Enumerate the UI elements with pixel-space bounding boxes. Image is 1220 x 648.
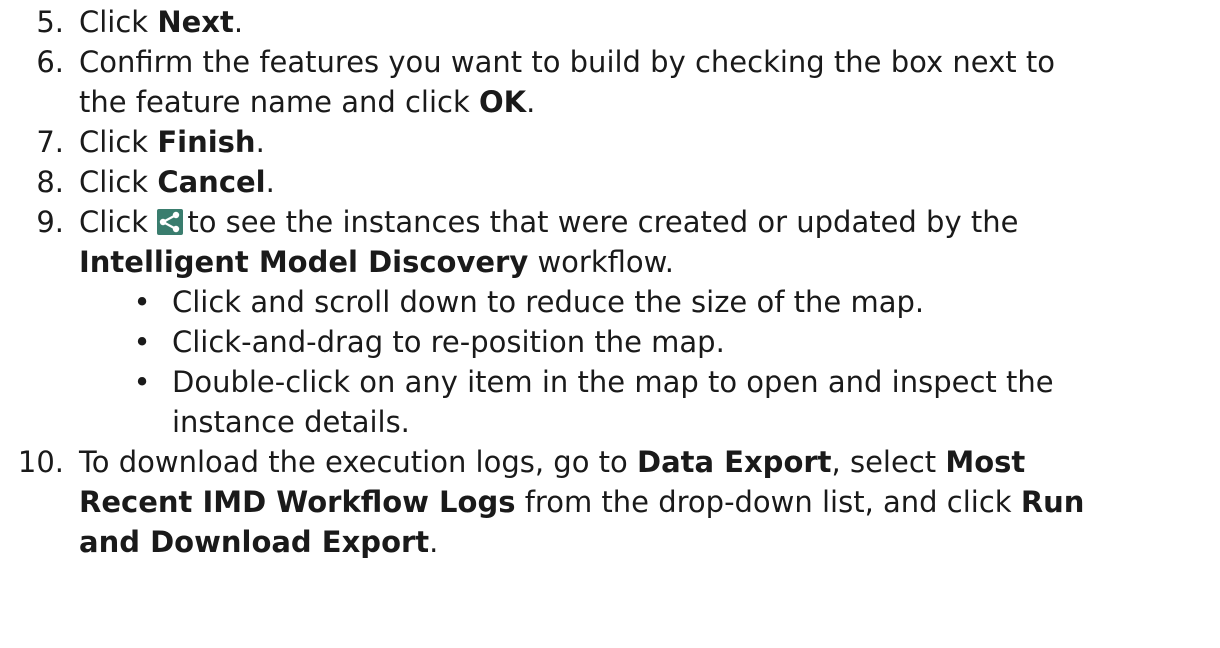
- bullet-text: Click-and-drag to re-position the map.: [172, 325, 725, 359]
- text-run: .: [526, 85, 536, 119]
- text-run: Click: [79, 5, 158, 39]
- step-text: Intelligent Model Discovery workflow.: [79, 244, 674, 280]
- step-text: Click to see the instances that were cre…: [79, 204, 1018, 240]
- ui-term-recent-imd-logs: Recent IMD Workflow Logs: [79, 485, 516, 519]
- bullet-dot: •: [133, 365, 151, 399]
- step-number: 5.: [36, 5, 64, 39]
- step-number: 7.: [36, 125, 64, 159]
- step-number: 8.: [36, 165, 64, 199]
- ui-term-cancel: Cancel: [157, 165, 266, 199]
- text-run: from the drop-down list, and click: [515, 485, 1021, 519]
- ui-term-run: Run: [1020, 485, 1085, 519]
- text-run: .: [233, 5, 244, 39]
- share-icon: [157, 209, 184, 235]
- step-text: Click Cancel.: [79, 164, 275, 200]
- text-run: .: [429, 525, 439, 559]
- step-number: 10.: [17, 445, 64, 479]
- step-text: To download the execution logs, go to Da…: [79, 444, 1025, 480]
- step-text: Click Finish.: [79, 124, 265, 160]
- bullet-text: Double-click on any item in the map to o…: [172, 365, 1054, 399]
- ui-term-download-export: and Download Export: [79, 525, 430, 559]
- ui-term-imd: Intelligent Model Discovery: [79, 245, 529, 279]
- ui-term-ok: OK: [478, 85, 527, 119]
- step-text: and Download Export.: [79, 524, 438, 560]
- text-run: To download the execution logs, go to: [79, 445, 637, 479]
- step-number: 9.: [36, 205, 64, 239]
- ui-term-data-export: Data Export: [637, 445, 832, 479]
- text-run: workflow.: [528, 245, 674, 279]
- text-run: Click: [79, 205, 158, 239]
- text-run: to see the instances that were created o…: [187, 205, 1019, 239]
- step-text: Click Next.: [79, 4, 243, 40]
- text-run: Click: [79, 165, 158, 199]
- step-text: Recent IMD Workflow Logs from the drop-d…: [79, 484, 1084, 520]
- step-number: 6.: [36, 45, 64, 79]
- bullet-text: instance details.: [172, 405, 410, 439]
- bullet-dot: •: [133, 285, 151, 319]
- bullet-dot: •: [133, 325, 151, 359]
- text-run: .: [255, 125, 265, 159]
- ui-term-next: Next: [157, 5, 234, 39]
- ui-term-finish: Finish: [157, 125, 256, 159]
- text-run: the feature name and click: [79, 85, 479, 119]
- instructions-document: 5. Click Next. 6. Confirm the features y…: [0, 0, 1220, 648]
- text-run: Click: [79, 125, 158, 159]
- step-text: Confirm the features you want to build b…: [79, 45, 1055, 79]
- text-run: .: [265, 165, 275, 199]
- text-run: , select: [831, 445, 946, 479]
- ui-term-most: Most: [945, 445, 1026, 479]
- bullet-text: Click and scroll down to reduce the size…: [172, 285, 925, 319]
- step-text: the feature name and click OK.: [79, 84, 535, 120]
